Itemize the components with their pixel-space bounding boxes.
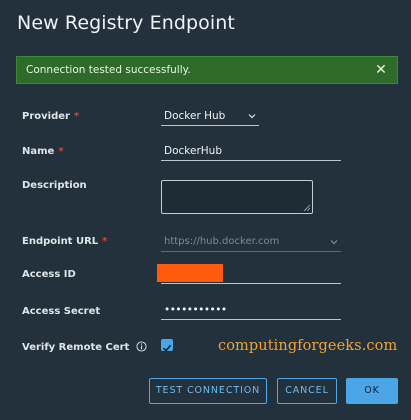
redaction-block (157, 264, 223, 282)
provider-select[interactable]: Docker Hub (161, 108, 259, 126)
dialog-title: New Registry Endpoint (17, 12, 235, 34)
endpoint-url-select[interactable]: https://hub.docker.com (161, 234, 341, 252)
description-textarea[interactable] (161, 180, 313, 214)
success-alert: Connection tested successfully. ✕ (16, 56, 398, 84)
chevron-down-icon (330, 240, 338, 245)
ok-button[interactable]: OK (346, 378, 398, 404)
registry-endpoint-dialog: New Registry Endpoint Connection tested … (0, 0, 411, 420)
provider-value: Docker Hub (164, 110, 226, 122)
close-icon[interactable]: ✕ (373, 62, 389, 78)
name-input[interactable]: DockerHub (161, 143, 341, 161)
verify-remote-cert-label: Verify Remote Cert (22, 341, 147, 353)
provider-label: Provider * (22, 111, 80, 122)
description-label: Description (22, 180, 87, 191)
chevron-down-icon (248, 114, 256, 119)
verify-remote-cert-checkbox[interactable] (161, 339, 173, 352)
test-connection-button[interactable]: TEST CONNECTION (149, 378, 267, 404)
info-icon[interactable] (136, 341, 147, 352)
resize-grip-icon[interactable] (302, 203, 310, 211)
access-id-label: Access ID (22, 269, 76, 280)
name-label: Name * (22, 146, 64, 157)
endpoint-url-label: Endpoint URL * (22, 236, 108, 247)
checkmark-icon (162, 344, 172, 352)
cancel-button[interactable]: CANCEL (277, 378, 337, 404)
endpoint-url-value: https://hub.docker.com (164, 236, 280, 247)
access-secret-label: Access Secret (22, 306, 101, 317)
alert-message: Connection tested successfully. (26, 64, 191, 76)
access-secret-input[interactable]: ••••••••••• (161, 302, 341, 320)
watermark-text: computingforgeeks.com (218, 338, 398, 354)
